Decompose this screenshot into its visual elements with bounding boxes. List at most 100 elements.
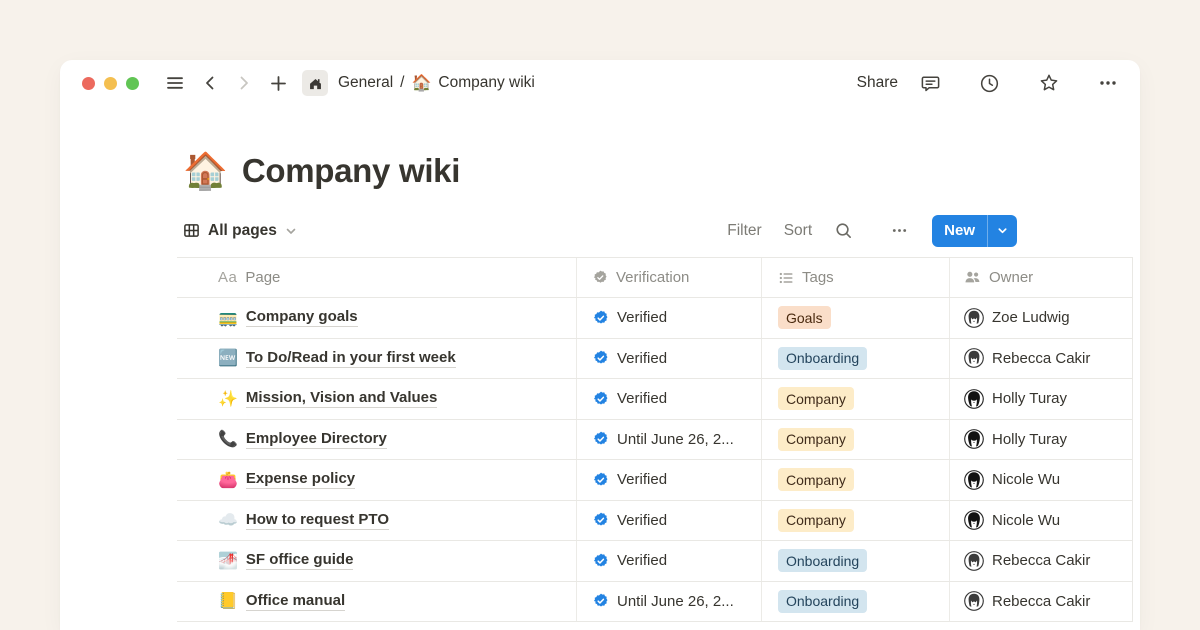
owner-cell[interactable]: Rebecca Cakir [950, 582, 1133, 622]
tags-cell[interactable]: Onboarding [762, 339, 950, 379]
new-page-plus-icon[interactable] [269, 74, 288, 93]
owner-cell[interactable]: Nicole Wu [950, 501, 1133, 541]
page-link[interactable]: Employee Directory [246, 430, 387, 449]
page-cell[interactable]: 🌁 SF office guide [177, 541, 577, 581]
forward-icon[interactable] [235, 74, 253, 92]
back-icon[interactable] [201, 74, 219, 92]
column-header-owner[interactable]: Owner [950, 258, 1133, 297]
owner-cell[interactable]: Nicole Wu [950, 460, 1133, 500]
page-icon-emoji: 📞 [218, 429, 238, 449]
tags-cell[interactable]: Company [762, 420, 950, 460]
pages-table: Aa Page Verification Tags [177, 257, 1133, 622]
column-header-verification[interactable]: Verification [577, 258, 762, 297]
verified-badge-icon [593, 472, 609, 488]
verification-cell[interactable]: Until June 26, 2... [577, 582, 762, 622]
page-link[interactable]: Office manual [246, 592, 345, 611]
owner-cell[interactable]: Rebecca Cakir [950, 339, 1133, 379]
verification-cell[interactable]: Verified [577, 379, 762, 419]
share-button[interactable]: Share [857, 74, 898, 92]
owner-name: Nicole Wu [992, 512, 1060, 529]
owner-name: Rebecca Cakir [992, 593, 1090, 610]
chevron-down-icon [285, 225, 297, 237]
tags-cell[interactable]: Company [762, 460, 950, 500]
people-icon [964, 269, 981, 286]
close-window-button[interactable] [82, 77, 95, 90]
page-icon-emoji: 🆕 [218, 348, 238, 368]
table-row: 📞 Employee Directory Until June 26, 2...… [177, 420, 1133, 461]
verified-badge-icon [593, 512, 609, 528]
zoom-window-button[interactable] [126, 77, 139, 90]
page-link[interactable]: Mission, Vision and Values [246, 389, 437, 408]
verification-cell[interactable]: Verified [577, 339, 762, 379]
tags-cell[interactable]: Onboarding [762, 582, 950, 622]
column-header-tags[interactable]: Tags [762, 258, 950, 297]
page-cell[interactable]: 📞 Employee Directory [177, 420, 577, 460]
sort-button[interactable]: Sort [784, 222, 812, 240]
verification-cell[interactable]: Until June 26, 2... [577, 420, 762, 460]
verification-cell[interactable]: Verified [577, 501, 762, 541]
table-row: 🚃 Company goals Verified Goals Zoe Ludwi… [177, 298, 1133, 339]
owner-cell[interactable]: Holly Turay [950, 420, 1133, 460]
verification-label: Verified [617, 309, 667, 326]
page-cell[interactable]: 📒 Office manual [177, 582, 577, 622]
page-cell[interactable]: 👛 Expense policy [177, 460, 577, 500]
table-row: ☁️ How to request PTO Verified Company N… [177, 501, 1133, 542]
breadcrumb-page-emoji: 🏠 [411, 73, 431, 93]
page-link[interactable]: How to request PTO [246, 511, 389, 530]
view-switcher-all-pages[interactable]: All pages [183, 222, 297, 240]
table-body: 🚃 Company goals Verified Goals Zoe Ludwi… [177, 298, 1133, 622]
text-style-aa-icon: Aa [218, 269, 237, 286]
verification-label: Verified [617, 471, 667, 488]
filter-button[interactable]: Filter [727, 222, 761, 240]
page-title[interactable]: Company wiki [242, 152, 460, 190]
page-cell[interactable]: ☁️ How to request PTO [177, 501, 577, 541]
new-button-chevron-icon[interactable] [988, 215, 1017, 247]
breadcrumb-workspace[interactable]: General [338, 74, 393, 92]
verification-cell[interactable]: Verified [577, 460, 762, 500]
page-cell[interactable]: 🆕 To Do/Read in your first week [177, 339, 577, 379]
page-emoji[interactable]: 🏠 [183, 153, 228, 189]
page-icon-emoji: 🌁 [218, 551, 238, 571]
search-icon[interactable] [834, 221, 853, 240]
favorite-star-icon[interactable] [1038, 72, 1060, 94]
tags-cell[interactable]: Company [762, 379, 950, 419]
breadcrumb-page[interactable]: Company wiki [438, 74, 534, 92]
verification-label: Verified [617, 552, 667, 569]
owner-name: Rebecca Cakir [992, 350, 1090, 367]
comments-icon[interactable] [920, 73, 941, 94]
table-row: 📒 Office manual Until June 26, 2... Onbo… [177, 582, 1133, 623]
column-header-page[interactable]: Aa Page [177, 258, 577, 297]
verification-cell[interactable]: Verified [577, 298, 762, 338]
home-breadcrumb-icon[interactable] [302, 70, 328, 96]
verified-badge-icon [593, 310, 609, 326]
database-toolbar: All pages Filter Sort New [177, 214, 1017, 247]
page-icon-emoji: ☁️ [218, 510, 238, 530]
updates-clock-icon[interactable] [979, 73, 1000, 94]
page-cell[interactable]: 🚃 Company goals [177, 298, 577, 338]
minimize-window-button[interactable] [104, 77, 117, 90]
bulleted-list-icon [778, 270, 794, 286]
table-row: ✨ Mission, Vision and Values Verified Co… [177, 379, 1133, 420]
owner-cell[interactable]: Rebecca Cakir [950, 541, 1133, 581]
owner-cell[interactable]: Holly Turay [950, 379, 1133, 419]
tag-pill: Company [778, 509, 854, 532]
avatar [964, 389, 984, 409]
sidebar-menu-icon[interactable] [165, 73, 185, 93]
verification-cell[interactable]: Verified [577, 541, 762, 581]
topbar-actions: Share [857, 72, 1118, 94]
column-label: Owner [989, 269, 1033, 286]
view-options-ellipsis-icon[interactable] [891, 222, 908, 239]
new-button[interactable]: New [932, 215, 987, 247]
tags-cell[interactable]: Goals [762, 298, 950, 338]
page-link[interactable]: Company goals [246, 308, 358, 327]
column-label: Page [245, 269, 280, 286]
page-link[interactable]: To Do/Read in your first week [246, 349, 456, 368]
page-link[interactable]: Expense policy [246, 470, 355, 489]
page-cell[interactable]: ✨ Mission, Vision and Values [177, 379, 577, 419]
tags-cell[interactable]: Onboarding [762, 541, 950, 581]
owner-cell[interactable]: Zoe Ludwig [950, 298, 1133, 338]
tags-cell[interactable]: Company [762, 501, 950, 541]
page-link[interactable]: SF office guide [246, 551, 354, 570]
more-ellipsis-icon[interactable] [1098, 73, 1118, 93]
avatar [964, 470, 984, 490]
